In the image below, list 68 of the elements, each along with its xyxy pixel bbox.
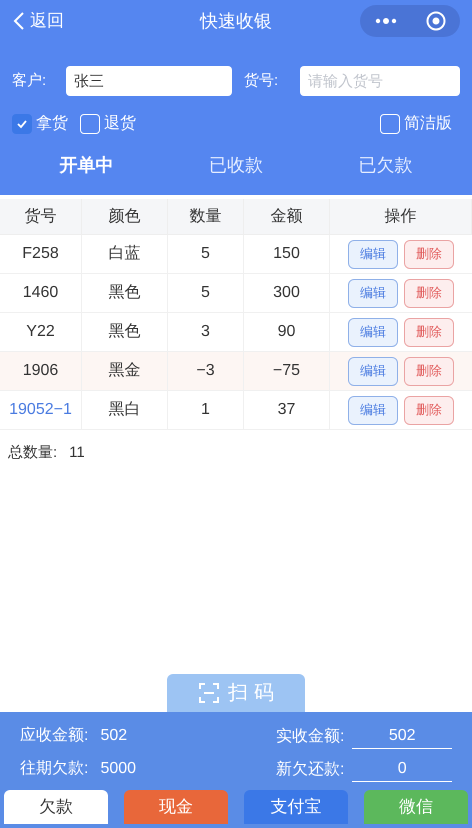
edit-button[interactable]: 编辑 (348, 356, 398, 386)
receivable-value: 502 (100, 726, 128, 746)
payment-button[interactable]: 现金 (124, 790, 228, 824)
table-cell: 150 (244, 235, 330, 273)
total-label: 总数量: (8, 443, 58, 463)
table-cell: 5 (168, 274, 244, 312)
receivable-label: 应收金额: (20, 726, 88, 746)
edit-button[interactable]: 编辑 (348, 240, 398, 268)
page-title: 快速收银 (200, 10, 272, 32)
goods-no-label: 货号: (244, 70, 280, 91)
delete-button[interactable]: 删除 (404, 240, 454, 268)
table-cell: 90 (244, 313, 330, 351)
goods-no-field[interactable]: 请输入货号 (300, 66, 460, 96)
table-cell: 1460 (0, 274, 82, 312)
total-value: 11 (69, 443, 85, 463)
checkbox[interactable] (12, 114, 32, 134)
column-header: 金额 (244, 199, 330, 234)
delete-button[interactable]: 删除 (404, 318, 454, 346)
table-cell: 黑白 (82, 391, 168, 429)
delete-button[interactable]: 删除 (404, 396, 454, 424)
table-cell: 1 (168, 391, 244, 429)
option-label: 简洁版 (404, 114, 452, 134)
column-header: 数量 (168, 199, 244, 234)
column-header: 货号 (0, 199, 82, 234)
new-debt-field[interactable]: 0 (352, 757, 452, 782)
previous-debt-label: 往期欠款: (20, 759, 88, 779)
table-cell: 3 (168, 313, 244, 351)
table-cell: −3 (168, 352, 244, 390)
edit-button[interactable]: 编辑 (348, 278, 398, 308)
status-tab[interactable]: 开单中 (60, 148, 114, 183)
table-cell: 黑色 (82, 274, 168, 312)
table-cell: 300 (244, 274, 330, 312)
table-cell: 黑色 (82, 313, 168, 351)
target-icon[interactable] (426, 11, 446, 31)
back-button[interactable]: 返回 (12, 8, 64, 34)
customer-field[interactable]: 张三 (66, 66, 232, 96)
table-cell: 19052−1 (0, 391, 82, 429)
new-debt-label: 新欠还款: (276, 760, 344, 780)
received-field[interactable]: 502 (352, 724, 452, 749)
payment-button[interactable]: 支付宝 (244, 790, 348, 824)
scan-button[interactable]: 扫 码 (167, 674, 305, 712)
more-icon[interactable] (374, 18, 396, 24)
delete-button[interactable]: 删除 (404, 356, 454, 386)
status-tab[interactable]: 已欠款 (358, 148, 412, 183)
table-cell: 黑金 (82, 352, 168, 390)
edit-button[interactable]: 编辑 (348, 396, 398, 424)
customer-label: 客户: (12, 70, 48, 91)
table-cell: F258 (0, 235, 82, 273)
previous-debt-value: 5000 (100, 759, 136, 779)
column-header: 颜色 (82, 199, 168, 234)
payment-button[interactable]: 欠款 (4, 790, 108, 824)
column-header: 操作 (330, 199, 472, 234)
scan-icon (198, 682, 220, 704)
option-label: 退货 (104, 114, 136, 134)
payment-button[interactable]: 微信 (364, 790, 468, 824)
table-cell: 37 (244, 391, 330, 429)
table-cell: 白蓝 (82, 235, 168, 273)
table-cell: 1906 (0, 352, 82, 390)
table-cell: 5 (168, 235, 244, 273)
table-cell: Y22 (0, 313, 82, 351)
option-label: 拿货 (36, 114, 68, 134)
table-cell: −75 (244, 352, 330, 390)
delete-button[interactable]: 删除 (404, 278, 454, 308)
status-tab[interactable]: 已收款 (208, 148, 263, 183)
edit-button[interactable]: 编辑 (348, 318, 398, 346)
received-label: 实收金额: (276, 726, 344, 746)
check-icon (16, 118, 28, 130)
chevron-left-icon (12, 11, 26, 31)
